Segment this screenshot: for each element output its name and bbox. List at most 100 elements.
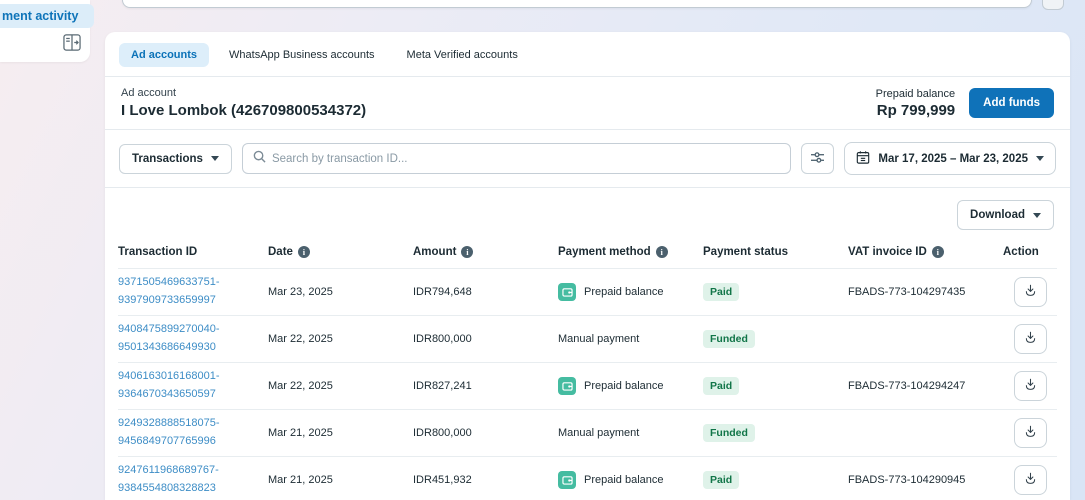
date-range-picker[interactable]: Mar 17, 2025 – Mar 23, 2025 (844, 142, 1056, 175)
col-payment-method: Payment method i (558, 246, 703, 258)
collapse-sidebar-button[interactable] (62, 34, 82, 53)
balance-section: Prepaid balance Rp 799,999 Add funds (876, 88, 1054, 119)
table-row: 9247611968689767-9384554808328823 Mar 21,… (118, 456, 1057, 500)
transaction-id-link[interactable]: 9408475899270040-9501343686649930 (118, 323, 220, 353)
col-transaction-id: Transaction ID (118, 246, 268, 258)
sidebar-item-payment-activity[interactable]: ment activity (0, 4, 94, 28)
vat-invoice-id: FBADS-773-104297435 (848, 286, 1003, 298)
payment-method-label: Manual payment (558, 427, 639, 439)
top-corner-button-fragment[interactable] (1042, 0, 1064, 10)
transaction-date: Mar 23, 2025 (268, 286, 413, 298)
date-range-label: Mar 17, 2025 – Mar 23, 2025 (878, 153, 1028, 165)
table-row: 9249328888518075-9456849707765996 Mar 21,… (118, 409, 1057, 456)
transactions-dropdown-label: Transactions (132, 153, 203, 165)
transaction-date: Mar 22, 2025 (268, 380, 413, 392)
transaction-amount: IDR827,241 (413, 380, 558, 392)
transaction-amount: IDR800,000 (413, 427, 558, 439)
sidebar: ment activity (0, 0, 90, 62)
wallet-icon (558, 471, 576, 489)
payment-method-cell: Manual payment (558, 333, 703, 345)
transaction-amount: IDR794,648 (413, 286, 558, 298)
sliders-icon (810, 151, 825, 167)
payment-method-label: Prepaid balance (584, 286, 664, 298)
account-type-tabs: Ad accounts WhatsApp Business accounts M… (105, 32, 1070, 76)
col-vat-invoice-id: VAT invoice ID i (848, 246, 1003, 258)
download-icon (1023, 330, 1038, 348)
download-button[interactable]: Download (957, 200, 1054, 230)
chevron-down-icon (1036, 156, 1044, 161)
status-badge: Funded (703, 424, 755, 442)
status-badge: Paid (703, 283, 739, 301)
download-icon (1023, 424, 1038, 442)
payment-method-label: Prepaid balance (584, 474, 664, 486)
ad-account-label: Ad account (121, 87, 366, 99)
wallet-icon (558, 283, 576, 301)
info-icon[interactable]: i (656, 246, 668, 258)
search-input[interactable] (272, 153, 790, 165)
payment-method-cell: Prepaid balance (558, 471, 703, 489)
table-row: 9406163016168001-9364670343650597 Mar 22,… (118, 362, 1057, 409)
transaction-date: Mar 21, 2025 (268, 427, 413, 439)
status-badge: Funded (703, 330, 755, 348)
payment-method-label: Prepaid balance (584, 380, 664, 392)
download-icon (1023, 377, 1038, 395)
download-invoice-button[interactable] (1014, 465, 1047, 495)
table-row: 9371505469633751-9397909733659997 Mar 23,… (118, 268, 1057, 315)
col-date: Date i (268, 246, 413, 258)
vat-invoice-id: FBADS-773-104294247 (848, 380, 1003, 392)
search-icon (253, 150, 266, 168)
transaction-amount: IDR800,000 (413, 333, 558, 345)
tab-ad-accounts[interactable]: Ad accounts (119, 43, 209, 67)
collapse-sidebar-icon (63, 39, 81, 54)
transactions-dropdown[interactable]: Transactions (119, 144, 232, 174)
add-funds-button[interactable]: Add funds (969, 88, 1054, 118)
table-header-row: Transaction ID Date i Amount i Payment m… (118, 240, 1057, 268)
account-header: Ad account I Love Lombok (42670980053437… (105, 77, 1070, 129)
info-icon[interactable]: i (932, 246, 944, 258)
transaction-id-link[interactable]: 9371505469633751-9397909733659997 (118, 276, 220, 306)
info-icon[interactable]: i (461, 246, 473, 258)
transaction-id-link[interactable]: 9247611968689767-9384554808328823 (118, 464, 219, 494)
vat-invoice-id: FBADS-773-104290945 (848, 474, 1003, 486)
table-toolbar: Download (105, 188, 1070, 240)
download-button-label: Download (970, 209, 1025, 221)
download-icon (1023, 283, 1038, 301)
transaction-search (242, 143, 791, 174)
wallet-icon (558, 377, 576, 395)
download-invoice-button[interactable] (1014, 418, 1047, 448)
chevron-down-icon (211, 156, 219, 161)
calendar-icon (856, 150, 870, 167)
transaction-amount: IDR451,932 (413, 474, 558, 486)
chevron-down-icon (1033, 213, 1041, 218)
transactions-table: Transaction ID Date i Amount i Payment m… (105, 240, 1070, 500)
payment-method-cell: Prepaid balance (558, 283, 703, 301)
transaction-id-link[interactable]: 9406163016168001-9364670343650597 (118, 370, 220, 400)
prepaid-balance: Prepaid balance Rp 799,999 (876, 88, 956, 119)
prepaid-balance-label: Prepaid balance (876, 88, 956, 100)
col-payment-status: Payment status (703, 246, 848, 258)
filter-bar: Transactions (105, 130, 1070, 187)
top-search-bar-fragment[interactable] (122, 0, 1032, 8)
payment-method-label: Manual payment (558, 333, 639, 345)
transaction-id-link[interactable]: 9249328888518075-9456849707765996 (118, 417, 220, 447)
transaction-date: Mar 21, 2025 (268, 474, 413, 486)
prepaid-balance-value: Rp 799,999 (876, 102, 956, 119)
status-badge: Paid (703, 377, 739, 395)
status-badge: Paid (703, 471, 739, 489)
filter-settings-button[interactable] (801, 143, 834, 174)
download-invoice-button[interactable] (1014, 371, 1047, 401)
col-amount: Amount i (413, 246, 558, 258)
payment-activity-card: Ad accounts WhatsApp Business accounts M… (105, 32, 1070, 500)
download-invoice-button[interactable] (1014, 277, 1047, 307)
payment-method-cell: Manual payment (558, 427, 703, 439)
tab-whatsapp-business-accounts[interactable]: WhatsApp Business accounts (217, 43, 387, 67)
transaction-date: Mar 22, 2025 (268, 333, 413, 345)
info-icon[interactable]: i (298, 246, 310, 258)
col-action: Action (1003, 246, 1057, 258)
sidebar-item-label: ment activity (2, 9, 78, 23)
payment-method-cell: Prepaid balance (558, 377, 703, 395)
tab-meta-verified-accounts[interactable]: Meta Verified accounts (395, 43, 530, 67)
table-row: 9408475899270040-9501343686649930 Mar 22,… (118, 315, 1057, 362)
download-invoice-button[interactable] (1014, 324, 1047, 354)
download-icon (1023, 471, 1038, 489)
